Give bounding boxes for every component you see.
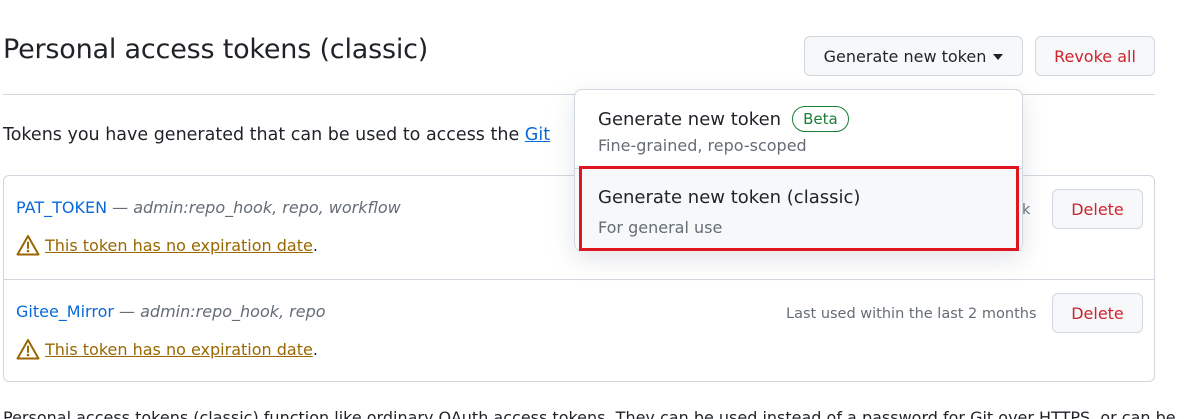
intro-text: Tokens you have generated that can be us… xyxy=(3,125,550,145)
menu-item-fine-grained[interactable]: Generate new token Beta Fine-grained, re… xyxy=(575,90,1022,168)
warning-period: . xyxy=(312,235,318,255)
menu-item-subtitle: Fine-grained, repo-scoped xyxy=(598,136,807,155)
expiration-warning-link[interactable]: This token has no expiration date xyxy=(45,340,313,359)
token-scopes: admin:repo_hook, repo xyxy=(140,302,326,321)
token-scopes: admin:repo_hook, repo, workflow xyxy=(133,198,401,217)
token-header: PAT_TOKEN — admin:repo_hook, repo, workf… xyxy=(16,198,401,217)
last-used-text: Last used within the last 2 months xyxy=(786,306,1037,322)
page-title: Personal access tokens (classic) xyxy=(3,34,429,65)
menu-item-title: Generate new token (classic) xyxy=(598,187,860,208)
token-header: Gitee_Mirror — admin:repo_hook, repo xyxy=(16,302,326,321)
menu-item-subtitle: For general use xyxy=(598,218,723,237)
warning-period: . xyxy=(312,339,318,359)
generate-new-token-label: Generate new token xyxy=(823,46,987,66)
menu-item-title: Generate new token Beta xyxy=(598,106,849,132)
token-name-link[interactable]: Gitee_Mirror xyxy=(16,302,114,321)
expiration-warning: This token has no expiration date. xyxy=(16,234,318,256)
footer-description: Personal access tokens (classic) functio… xyxy=(3,408,1176,419)
last-used-text: k xyxy=(1022,202,1031,218)
intro-text-body: Tokens you have generated that can be us… xyxy=(3,125,525,145)
menu-item-classic[interactable]: Generate new token (classic) For general… xyxy=(575,168,1022,251)
alert-triangle-icon xyxy=(16,235,40,256)
token-separator: — xyxy=(113,302,141,321)
generate-token-dropdown: Generate new token Beta Fine-grained, re… xyxy=(574,89,1023,251)
expiration-warning-link[interactable]: This token has no expiration date xyxy=(45,236,313,255)
intro-link[interactable]: Git xyxy=(525,125,550,145)
token-separator: — xyxy=(107,198,134,217)
revoke-all-button[interactable]: Revoke all xyxy=(1035,36,1155,76)
menu-item-title-text: Generate new token (classic) xyxy=(598,187,861,208)
menu-item-title-text: Generate new token xyxy=(598,108,782,130)
alert-triangle-icon xyxy=(16,339,40,360)
page: Personal access tokens (classic) Generat… xyxy=(0,0,1185,419)
token-name-link[interactable]: PAT_TOKEN xyxy=(16,198,107,217)
expiration-warning: This token has no expiration date. xyxy=(16,338,318,360)
token-row: Gitee_Mirror — admin:repo_hook, repo Thi… xyxy=(4,279,1154,382)
caret-down-icon xyxy=(993,54,1004,60)
delete-button[interactable]: Delete xyxy=(1052,293,1143,333)
generate-new-token-button[interactable]: Generate new token xyxy=(804,36,1023,76)
delete-button[interactable]: Delete xyxy=(1052,189,1143,229)
beta-badge: Beta xyxy=(792,106,849,132)
